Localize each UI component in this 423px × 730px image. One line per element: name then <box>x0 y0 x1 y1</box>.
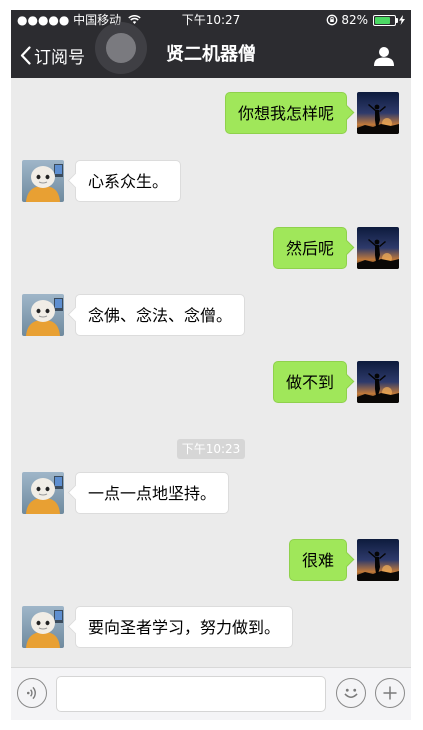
battery-icon <box>373 14 398 26</box>
timestamp-divider: 下午10:23 <box>11 438 411 459</box>
user-avatar[interactable] <box>357 92 399 134</box>
message-bubble[interactable]: 要向圣者学习，努力做到。 <box>75 606 294 648</box>
message-input[interactable] <box>56 676 326 712</box>
robot-monk-avatar[interactable] <box>22 472 64 514</box>
profile-icon[interactable] <box>373 46 395 66</box>
battery-percent: 82% <box>341 13 368 27</box>
voice-icon[interactable] <box>17 678 47 708</box>
robot-monk-avatar[interactable] <box>22 606 64 648</box>
message-bubble[interactable]: 很难 <box>288 539 347 581</box>
timestamp-label: 下午10:23 <box>176 439 246 459</box>
robot-monk-avatar[interactable] <box>22 160 64 202</box>
message-bubble[interactable]: 一点一点地坚持。 <box>75 472 230 514</box>
charging-icon <box>399 15 405 25</box>
user-avatar[interactable] <box>357 539 399 581</box>
message-bubble[interactable]: 然后呢 <box>272 227 347 269</box>
input-bar <box>11 667 411 720</box>
chat-title: 贤二机器僧 <box>166 44 256 65</box>
chat-screen: ●●●●● 中国移动 下午10:27 82% 订阅号 贤二机器僧 你想我怎样呢 … <box>11 10 411 720</box>
message-bubble[interactable]: 念佛、念法、念僧。 <box>75 294 246 336</box>
message-bubble[interactable]: 做不到 <box>272 361 347 403</box>
user-avatar[interactable] <box>357 361 399 403</box>
orientation-lock-icon <box>326 14 338 26</box>
user-avatar[interactable] <box>357 227 399 269</box>
robot-monk-avatar[interactable] <box>22 294 64 336</box>
message-bubble[interactable]: 心系众生。 <box>75 160 182 202</box>
message-bubble[interactable]: 你想我怎样呢 <box>224 92 347 134</box>
emoji-icon[interactable] <box>336 678 366 708</box>
plus-icon[interactable] <box>375 678 405 708</box>
top-bar: ●●●●● 中国移动 下午10:27 82% 订阅号 贤二机器僧 <box>11 10 411 78</box>
status-right: 82% <box>326 13 405 27</box>
